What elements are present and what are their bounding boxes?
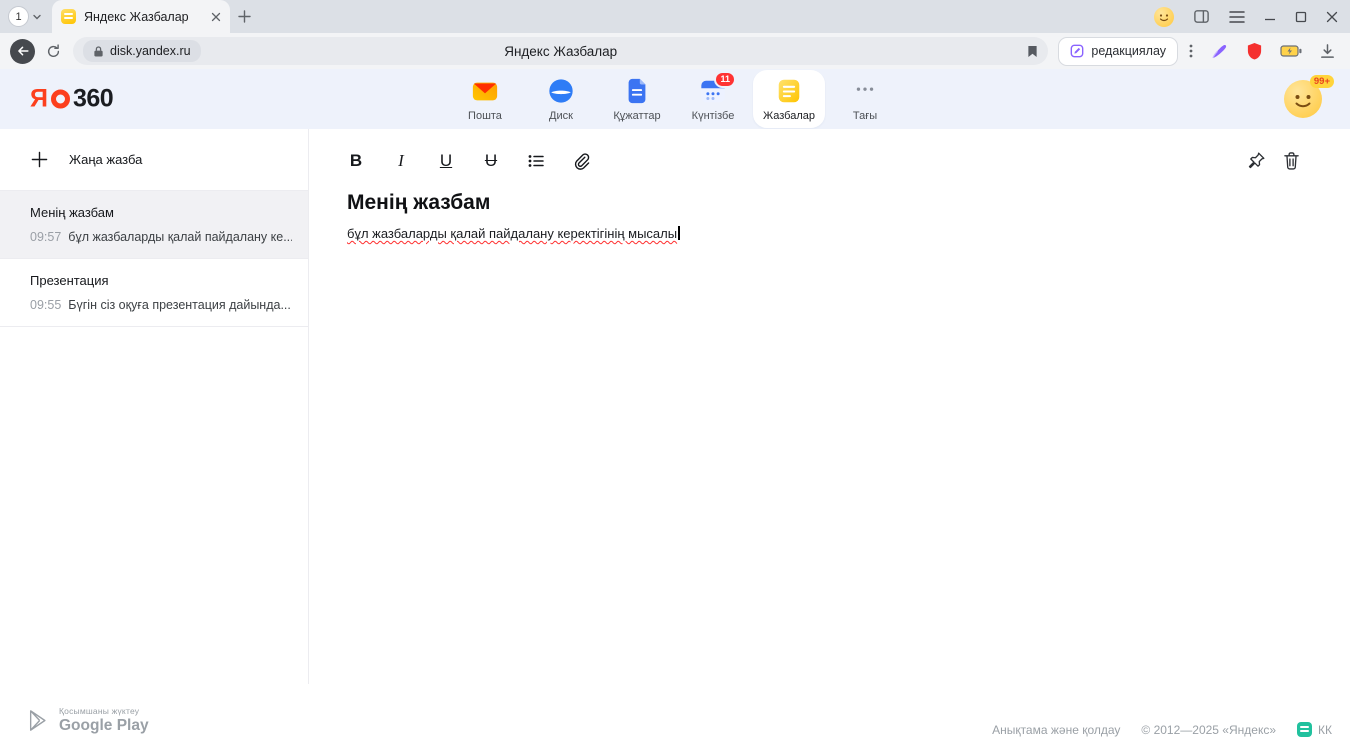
lock-icon bbox=[93, 45, 104, 58]
pen-editor-icon[interactable] bbox=[1210, 42, 1229, 61]
attachment-paperclip-icon[interactable] bbox=[572, 152, 590, 170]
note-editor: B I U U Менің жа bbox=[310, 129, 1350, 706]
mail-icon bbox=[471, 77, 499, 105]
calendar-badge: 11 bbox=[714, 71, 736, 88]
service-mail[interactable]: Пошта bbox=[449, 70, 521, 128]
address-bar[interactable]: Яндекс Жазбалар disk.yandex.ru bbox=[73, 37, 1048, 65]
language-code: КК bbox=[1318, 723, 1332, 737]
note-list-item[interactable]: Менің жазбам 09:57 бұл жазбаларды қалай … bbox=[0, 191, 308, 259]
omnibox-page-title: Яндекс Жазбалар bbox=[73, 44, 1048, 59]
service-label: Диск bbox=[549, 110, 573, 122]
note-editor-body[interactable]: бұл жазбаларды қалай пайдалану керектігі… bbox=[347, 226, 1350, 241]
new-tab-button[interactable] bbox=[238, 10, 251, 23]
note-title: Презентация bbox=[30, 273, 292, 288]
logo-ring-icon bbox=[51, 90, 70, 109]
menu-icon[interactable] bbox=[1229, 10, 1245, 24]
services-nav: Пошта Диск Құжаттар 11 Күнтізбе bbox=[449, 70, 901, 128]
notes-sidebar: Жаңа жазба Менің жазбам 09:57 бұл жазбал… bbox=[0, 129, 309, 684]
url-text: disk.yandex.ru bbox=[110, 44, 191, 58]
chevron-down-icon bbox=[32, 12, 42, 22]
service-more[interactable]: Тағы bbox=[829, 70, 901, 128]
back-button[interactable] bbox=[10, 39, 35, 64]
service-label: Пошта bbox=[468, 110, 502, 122]
edit-icon bbox=[1070, 44, 1084, 58]
note-time: 09:55 bbox=[30, 298, 61, 312]
format-toolbar: B I U U bbox=[310, 129, 1350, 170]
service-calendar[interactable]: 11 Күнтізбе bbox=[677, 70, 749, 128]
plus-icon bbox=[31, 151, 48, 168]
bookmark-flag-icon[interactable] bbox=[1027, 45, 1038, 58]
tab-group-button[interactable]: 1 bbox=[8, 6, 42, 27]
main-content: Жаңа жазба Менің жазбам 09:57 бұл жазбал… bbox=[0, 129, 1350, 746]
edit-mode-button[interactable]: редакциялау bbox=[1058, 37, 1178, 66]
service-notes[interactable]: Жазбалар bbox=[753, 70, 825, 128]
note-title: Менің жазбам bbox=[30, 205, 292, 220]
more-dots-icon bbox=[851, 77, 879, 105]
note-preview: Бүгін сіз оқуға презентация дайында... bbox=[68, 298, 291, 312]
close-window-icon[interactable] bbox=[1326, 11, 1338, 23]
language-switcher[interactable]: КК bbox=[1297, 722, 1332, 737]
note-time: 09:57 bbox=[30, 230, 61, 244]
new-note-label: Жаңа жазба bbox=[69, 152, 142, 167]
note-list-item[interactable]: Презентация 09:55 Бүгін сіз оқуға презен… bbox=[0, 259, 308, 327]
page-footer: Анықтама және қолдау © 2012—2025 «Яндекс… bbox=[992, 722, 1332, 737]
app-header: Я 360 Пошта Диск Құжаттар bbox=[0, 69, 1350, 129]
note-preview: бұл жазбаларды қалай пайдалану ке... bbox=[68, 230, 292, 244]
notes-favicon-icon bbox=[61, 9, 76, 24]
google-play-icon bbox=[27, 708, 49, 733]
side-panel-icon[interactable] bbox=[1193, 8, 1210, 25]
note-editor-title[interactable]: Менің жазбам bbox=[347, 191, 1350, 215]
logo-ya-letter: Я bbox=[30, 85, 48, 114]
tab-close-icon[interactable] bbox=[211, 12, 221, 22]
browser-tab-bar: 1 Яндекс Жазбалар bbox=[0, 0, 1350, 33]
bold-button[interactable]: B bbox=[347, 152, 365, 169]
disk-icon bbox=[547, 77, 575, 105]
note-body-text: бұл жазбаларды қалай пайдалану керектігі… bbox=[347, 226, 677, 241]
battery-icon[interactable] bbox=[1280, 45, 1302, 57]
tab-group-count: 1 bbox=[8, 6, 29, 27]
protect-shield-icon[interactable] bbox=[1246, 42, 1263, 61]
user-avatar[interactable]: 99+ bbox=[1284, 80, 1322, 118]
domain-chip[interactable]: disk.yandex.ru bbox=[83, 40, 201, 62]
delete-note-icon[interactable] bbox=[1283, 151, 1300, 170]
yandex-360-logo[interactable]: Я 360 bbox=[30, 85, 113, 114]
service-label: Күнтізбе bbox=[692, 110, 735, 122]
edit-button-label: редакциялау bbox=[1091, 44, 1166, 58]
service-disk[interactable]: Диск bbox=[525, 70, 597, 128]
google-play-caption: Қосымшаны жүктеу bbox=[59, 706, 149, 716]
bullet-list-icon[interactable] bbox=[527, 152, 545, 170]
service-label: Құжаттар bbox=[613, 110, 660, 122]
tab-title: Яндекс Жазбалар bbox=[84, 10, 203, 24]
new-note-button[interactable]: Жаңа жазба bbox=[0, 129, 308, 191]
reload-button[interactable] bbox=[39, 39, 67, 64]
underline-button[interactable]: U bbox=[437, 152, 455, 169]
notification-badge: 99+ bbox=[1310, 75, 1334, 88]
copyright-text: © 2012—2025 «Яндекс» bbox=[1141, 723, 1276, 737]
maximize-window-icon[interactable] bbox=[1295, 11, 1307, 23]
google-play-download[interactable]: Қосымшаны жүктеу Google Play bbox=[27, 706, 149, 735]
pin-note-icon[interactable] bbox=[1247, 151, 1266, 170]
browser-toolbar: Яндекс Жазбалар disk.yandex.ru редакциял… bbox=[0, 33, 1350, 69]
logo-360-text: 360 bbox=[73, 85, 113, 114]
italic-button[interactable]: I bbox=[392, 152, 410, 169]
service-docs[interactable]: Құжаттар bbox=[601, 70, 673, 128]
notes-icon bbox=[775, 77, 803, 105]
minimize-window-icon[interactable] bbox=[1264, 11, 1276, 23]
language-icon bbox=[1297, 722, 1312, 737]
strikethrough-button[interactable]: U bbox=[482, 152, 500, 169]
service-label: Жазбалар bbox=[763, 110, 815, 122]
downloads-icon[interactable] bbox=[1319, 43, 1336, 60]
browser-window: 1 Яндекс Жазбалар bbox=[0, 0, 1350, 746]
text-cursor bbox=[678, 226, 680, 240]
google-play-brand: Google Play bbox=[59, 717, 149, 735]
profile-avatar[interactable] bbox=[1154, 7, 1174, 27]
service-label: Тағы bbox=[853, 110, 877, 122]
documents-icon bbox=[623, 77, 651, 105]
omnibox-more-icon[interactable] bbox=[1182, 44, 1200, 58]
browser-tab[interactable]: Яндекс Жазбалар bbox=[52, 0, 230, 33]
help-link[interactable]: Анықтама және қолдау bbox=[992, 723, 1120, 737]
